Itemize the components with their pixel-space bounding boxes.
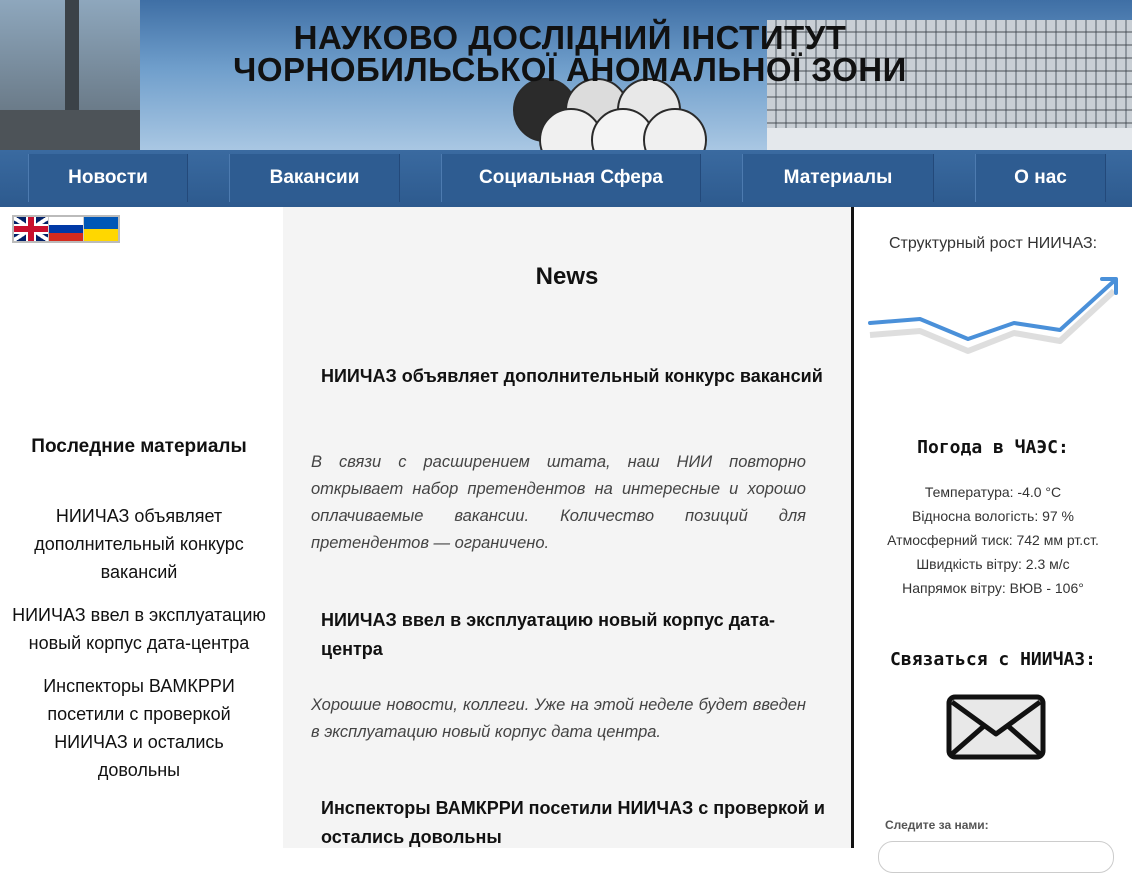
weather-pressure: Атмосферний тиск: 742 мм рт.ст.	[887, 532, 1099, 548]
growth-title: Структурный рост НИИЧАЗ:	[888, 235, 1098, 252]
nav-item-vacancies[interactable]: Вакансии	[229, 154, 400, 202]
header-banner: НАУКОВО ДОСЛІДНИЙ ІНСТИТУТ ЧОРНОБИЛЬСЬКО…	[0, 0, 1132, 150]
weather-wind-direction: Напрямок вітру: ВЮВ - 106°	[902, 580, 1084, 596]
article-1-headline[interactable]: НИИЧАЗ объявляет дополнительный конкурс …	[321, 362, 826, 391]
mail-icon[interactable]	[946, 694, 1046, 760]
growth-arrow-icon	[868, 277, 1118, 354]
right-sidebar: Структурный рост НИИЧАЗ: Погода в ЧАЭС: …	[854, 207, 1132, 873]
ru-flag-icon[interactable]	[49, 217, 84, 241]
nav-item-news[interactable]: Новости	[28, 154, 188, 202]
language-switcher	[12, 215, 120, 243]
weather-wind-speed: Швидкість вітру: 2.3 м/с	[916, 556, 1070, 572]
ua-flag-icon[interactable]	[84, 217, 118, 241]
recent-link-2[interactable]: НИИЧАЗ ввел в эксплуатацию новый корпус …	[0, 601, 278, 657]
news-section: News НИИЧАЗ объявляет дополнительный кон…	[283, 207, 851, 848]
recent-materials-heading: Последние материалы	[31, 436, 247, 457]
article-1-excerpt: В связи с расширением штата, наш НИИ пов…	[311, 453, 806, 552]
weather-list: Температура: -4.0 °C Відносна вологість:…	[854, 480, 1132, 600]
recent-link-3[interactable]: Инспекторы ВАМКРРИ посетили с проверкой …	[0, 672, 278, 784]
weather-humidity: Відносна вологість: 97 %	[911, 508, 1075, 524]
nav-item-materials[interactable]: Материалы	[742, 154, 934, 202]
site-title-line1: НАУКОВО ДОСЛІДНИЙ ІНСТИТУТ	[293, 19, 847, 56]
weather-temperature: Температура: -4.0 °C	[924, 484, 1062, 500]
uk-flag-icon[interactable]	[14, 217, 49, 241]
nav-item-social[interactable]: Социальная Сфера	[441, 154, 701, 202]
nav-item-about[interactable]: О нас	[975, 154, 1106, 202]
article-2-headline[interactable]: НИИЧАЗ ввел в эксплуатацию новый корпус …	[321, 606, 826, 664]
site-title-line2: ЧОРНОБИЛЬСЬКОЇ АНОМАЛЬНОЇ ЗОНИ	[233, 51, 907, 88]
main-nav: Новости Вакансии Социальная Сфера Матери…	[0, 150, 1132, 207]
article-3-headline[interactable]: Инспекторы ВАМКРРИ посетили НИИЧАЗ с про…	[321, 794, 826, 852]
news-heading: News	[535, 263, 599, 290]
recent-link-1[interactable]: НИИЧАЗ объявляет дополнительный конкурс …	[0, 502, 278, 586]
contact-heading: Связаться с НИИЧАЗ:	[890, 649, 1096, 670]
follow-label: Следите за нами:	[885, 818, 989, 832]
recent-materials-list: НИИЧАЗ объявляет дополнительный конкурс …	[0, 502, 278, 799]
reactor-image	[0, 0, 140, 150]
social-follow-widget[interactable]	[878, 841, 1114, 873]
weather-heading: Погода в ЧАЭС:	[917, 437, 1069, 458]
article-2-excerpt: Хорошие новости, коллеги. Уже на этой не…	[311, 696, 806, 741]
site-title: НАУКОВО ДОСЛІДНИЙ ІНСТИТУТ ЧОРНОБИЛЬСЬКО…	[220, 19, 920, 88]
